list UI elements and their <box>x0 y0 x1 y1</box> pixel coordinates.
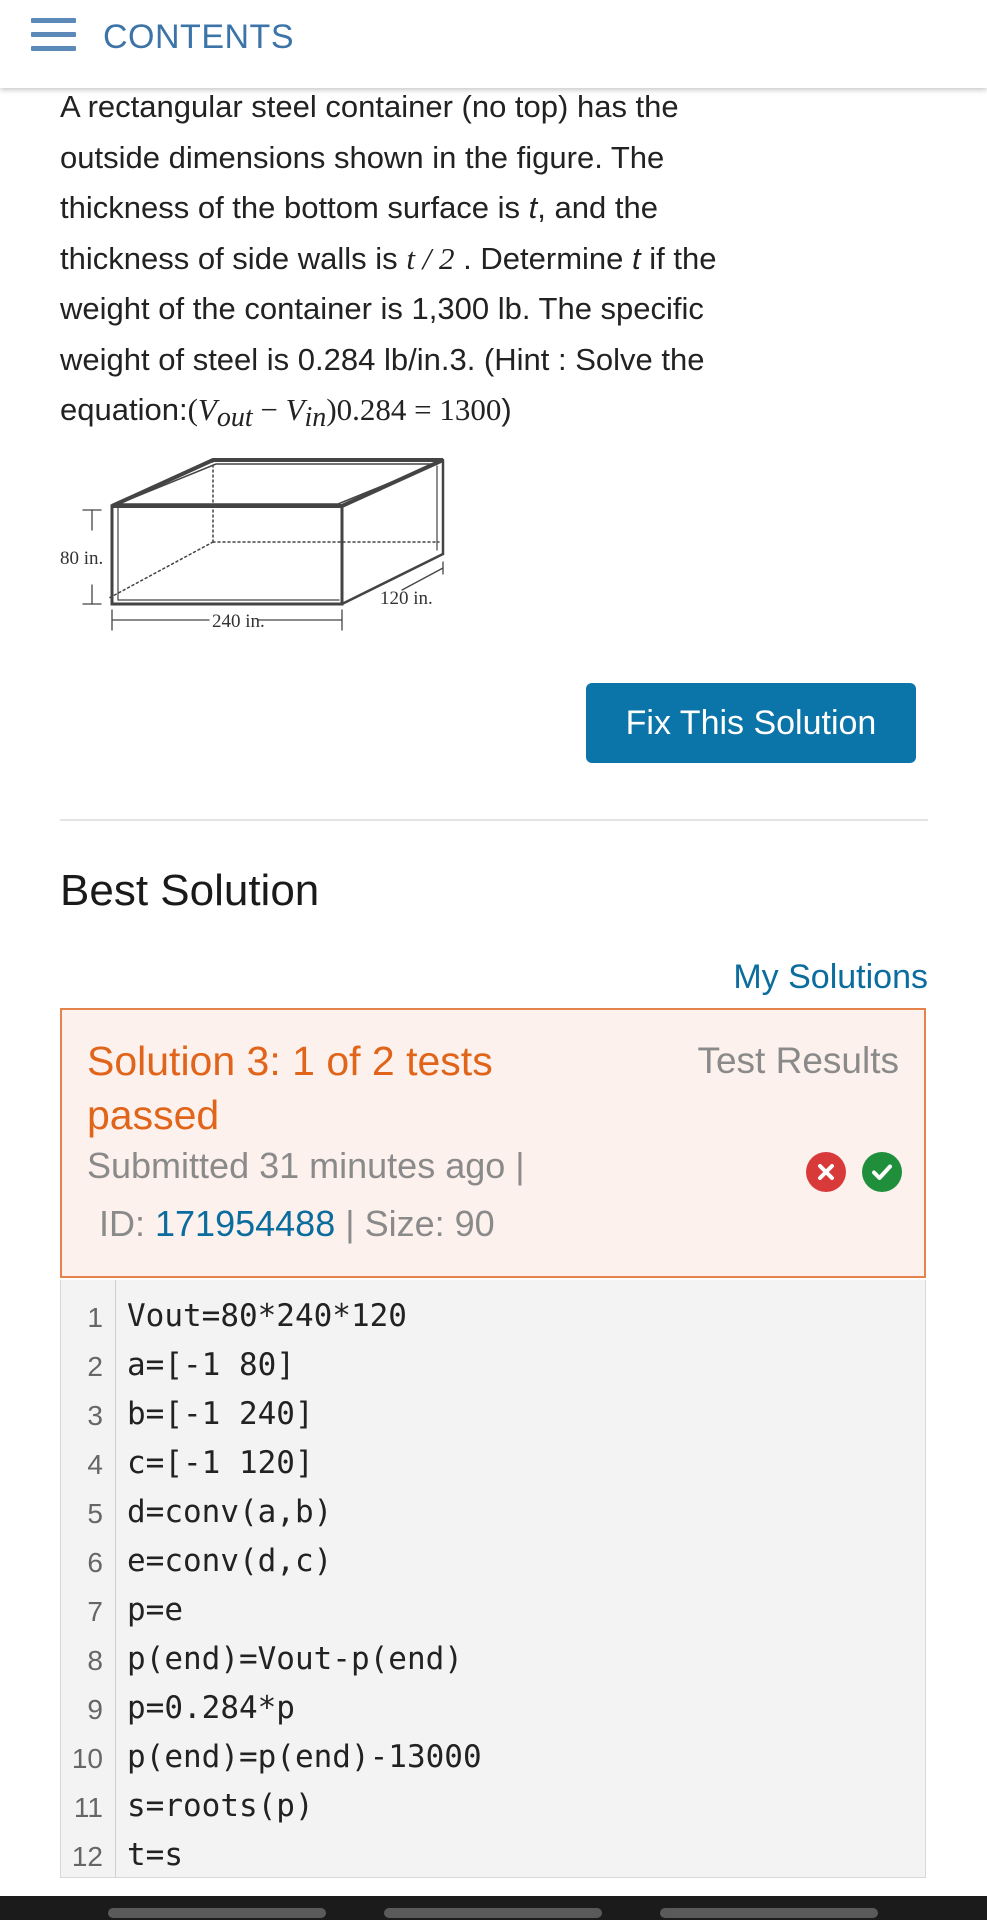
code-text: t=s <box>127 1837 183 1873</box>
code-line: 12 t=s <box>61 1831 925 1877</box>
section-divider <box>60 819 928 821</box>
line-number: 1 <box>87 1302 103 1333</box>
x-icon[interactable] <box>806 1152 846 1192</box>
contents-link[interactable]: CONTENTS <box>103 18 294 57</box>
line-number: 10 <box>71 1743 103 1774</box>
solution-meta: ID: 171954488 | Size: 90 <box>99 1203 495 1244</box>
code-text: p(end)=Vout-p(end) <box>127 1641 463 1677</box>
code-text: p=e <box>127 1592 183 1628</box>
width-label: 240 in. <box>212 611 265 632</box>
code-text: a=[-1 80] <box>127 1347 295 1383</box>
solution-result-card: Solution 3: 1 of 2 tests passed Test Res… <box>60 1008 926 1278</box>
line-number: 5 <box>87 1498 103 1529</box>
problem-line-4: thickness of side walls is t / 2 . Deter… <box>60 240 717 276</box>
code-text: p(end)=p(end)-13000 <box>127 1739 482 1775</box>
code-line: 7 p=e <box>61 1586 925 1635</box>
problem-line-2: outside dimensions shown in the figure. … <box>60 139 665 175</box>
solution-title[interactable]: Solution 3: 1 of 2 tests passed <box>87 1034 557 1142</box>
problem-line-5: weight of the container is 1,300 lb. The… <box>60 291 704 326</box>
code-line: 1 Vout=80*240*120 <box>61 1292 925 1341</box>
code-line: 11 s=roots(p) <box>61 1782 925 1831</box>
equation: (Vout − Vin)0.284 = 1300 <box>187 392 502 433</box>
check-icon[interactable] <box>862 1152 902 1192</box>
problem-statement: A rectangular steel container (no top) h… <box>60 82 820 438</box>
problem-line-1: A rectangular steel container (no top) h… <box>60 89 679 124</box>
code-line: 10 p(end)=p(end)-13000 <box>61 1733 925 1782</box>
height-label: 80 in. <box>60 548 103 569</box>
my-solutions-link[interactable]: My Solutions <box>733 958 928 997</box>
line-number: 9 <box>87 1694 103 1725</box>
container-figure: 80 in. 240 in. 120 in. <box>60 458 445 632</box>
nav-home-handle[interactable] <box>384 1908 602 1918</box>
submitted-time: Submitted 31 minutes ago | <box>87 1145 525 1186</box>
depth-label: 120 in. <box>380 588 433 609</box>
code-text: e=conv(d,c) <box>127 1543 333 1579</box>
solution-id-link[interactable]: 171954488 <box>155 1203 335 1244</box>
line-number: 6 <box>87 1547 103 1578</box>
code-line: 8 p(end)=Vout-p(end) <box>61 1635 925 1684</box>
nav-recents-handle[interactable] <box>660 1908 878 1918</box>
code-line: 9 p=0.284*p <box>61 1684 925 1733</box>
math-t-over-2: t / 2 <box>406 240 455 276</box>
code-text: b=[-1 240] <box>127 1396 314 1432</box>
best-solution-heading: Best Solution <box>60 866 320 915</box>
code-text: d=conv(a,b) <box>127 1494 333 1530</box>
hamburger-menu-icon[interactable] <box>31 18 76 52</box>
code-text: p=0.284*p <box>127 1690 295 1726</box>
line-number: 12 <box>71 1841 103 1872</box>
code-line: 4 c=[-1 120] <box>61 1439 925 1488</box>
top-app-bar: CONTENTS <box>0 0 987 88</box>
code-text: s=roots(p) <box>127 1788 314 1824</box>
code-line: 2 a=[-1 80] <box>61 1341 925 1390</box>
line-number: 4 <box>87 1449 103 1480</box>
fix-this-solution-button[interactable]: Fix This Solution <box>586 683 916 763</box>
code-text: Vout=80*240*120 <box>127 1298 407 1334</box>
problem-line-7: equation:(Vout − Vin)0.284 = 1300) <box>60 392 512 433</box>
code-line: 5 d=conv(a,b) <box>61 1488 925 1537</box>
line-number: 8 <box>87 1645 103 1676</box>
problem-line-6: weight of steel is 0.284 lb/in.3. (Hint … <box>60 341 705 377</box>
code-line: 6 e=conv(d,c) <box>61 1537 925 1586</box>
line-number: 7 <box>87 1596 103 1627</box>
test-results-label: Test Results <box>697 1040 899 1081</box>
code-text: c=[-1 120] <box>127 1445 314 1481</box>
nav-back-handle[interactable] <box>108 1908 326 1918</box>
solution-size: Size: 90 <box>364 1203 495 1244</box>
line-number: 11 <box>73 1792 103 1823</box>
code-listing: 1 Vout=80*240*120 2 a=[-1 80] 3 b=[-1 240] 4 c=… <box>60 1280 926 1878</box>
system-navigation-bar <box>0 1896 987 1920</box>
line-number: 2 <box>87 1351 103 1382</box>
line-number: 3 <box>87 1400 103 1431</box>
code-line: 3 b=[-1 240] <box>61 1390 925 1439</box>
problem-line-3: thickness of the bottom surface is t, an… <box>60 190 658 225</box>
